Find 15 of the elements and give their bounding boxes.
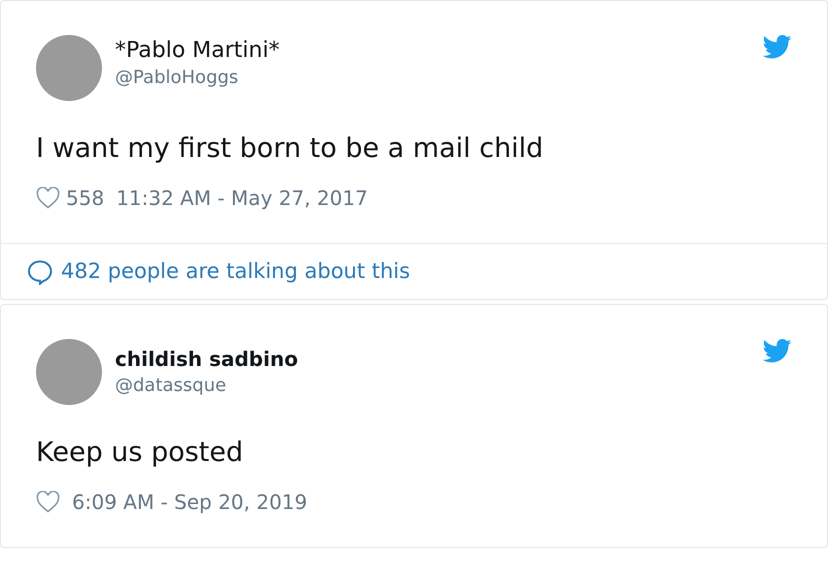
display-name: childish sadbino: [115, 346, 299, 373]
heart-icon[interactable]: [36, 491, 60, 513]
tweet-text: Keep us posted: [36, 436, 244, 470]
conversation-link[interactable]: 482 people are talking about this: [61, 256, 410, 288]
speech-bubble-icon: [27, 258, 53, 284]
bird-logo-icon: [762, 339, 792, 363]
user-handle: @datassque: [115, 374, 228, 398]
like-count: 558: [66, 185, 104, 212]
tweet-text: I want my first born to be a mail child: [36, 132, 544, 166]
bird-logo-icon: [762, 35, 792, 59]
display-name: *Pablo Martini*: [115, 37, 281, 65]
heart-icon[interactable]: [36, 187, 60, 209]
tweet-timestamp[interactable]: 6:09 AM - Sep 20, 2019: [72, 487, 308, 517]
tweet-timestamp[interactable]: 11:32 AM - May 27, 2017: [116, 183, 368, 213]
user-handle: @PabloHoggs: [115, 66, 240, 90]
